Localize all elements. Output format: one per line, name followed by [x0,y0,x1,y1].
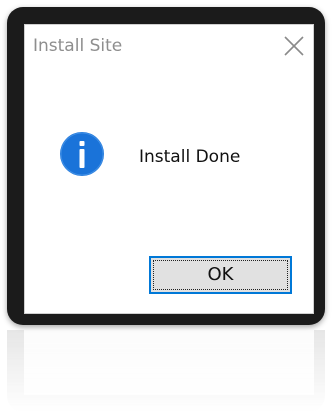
close-icon [284,36,304,56]
close-button[interactable] [281,33,307,59]
ok-button[interactable]: OK [149,256,292,294]
dialog-reflection: OK [7,330,325,412]
info-icon [59,131,105,177]
message-dialog: Install Site Install Done OK [24,24,314,314]
dialog-title: Install Site [33,36,123,56]
screenshot-stage: Install Site Install Done OK [0,0,333,412]
message-text: Install Done [139,147,241,167]
ok-button-label: OK [207,264,234,285]
title-bar: Install Site [25,25,313,69]
